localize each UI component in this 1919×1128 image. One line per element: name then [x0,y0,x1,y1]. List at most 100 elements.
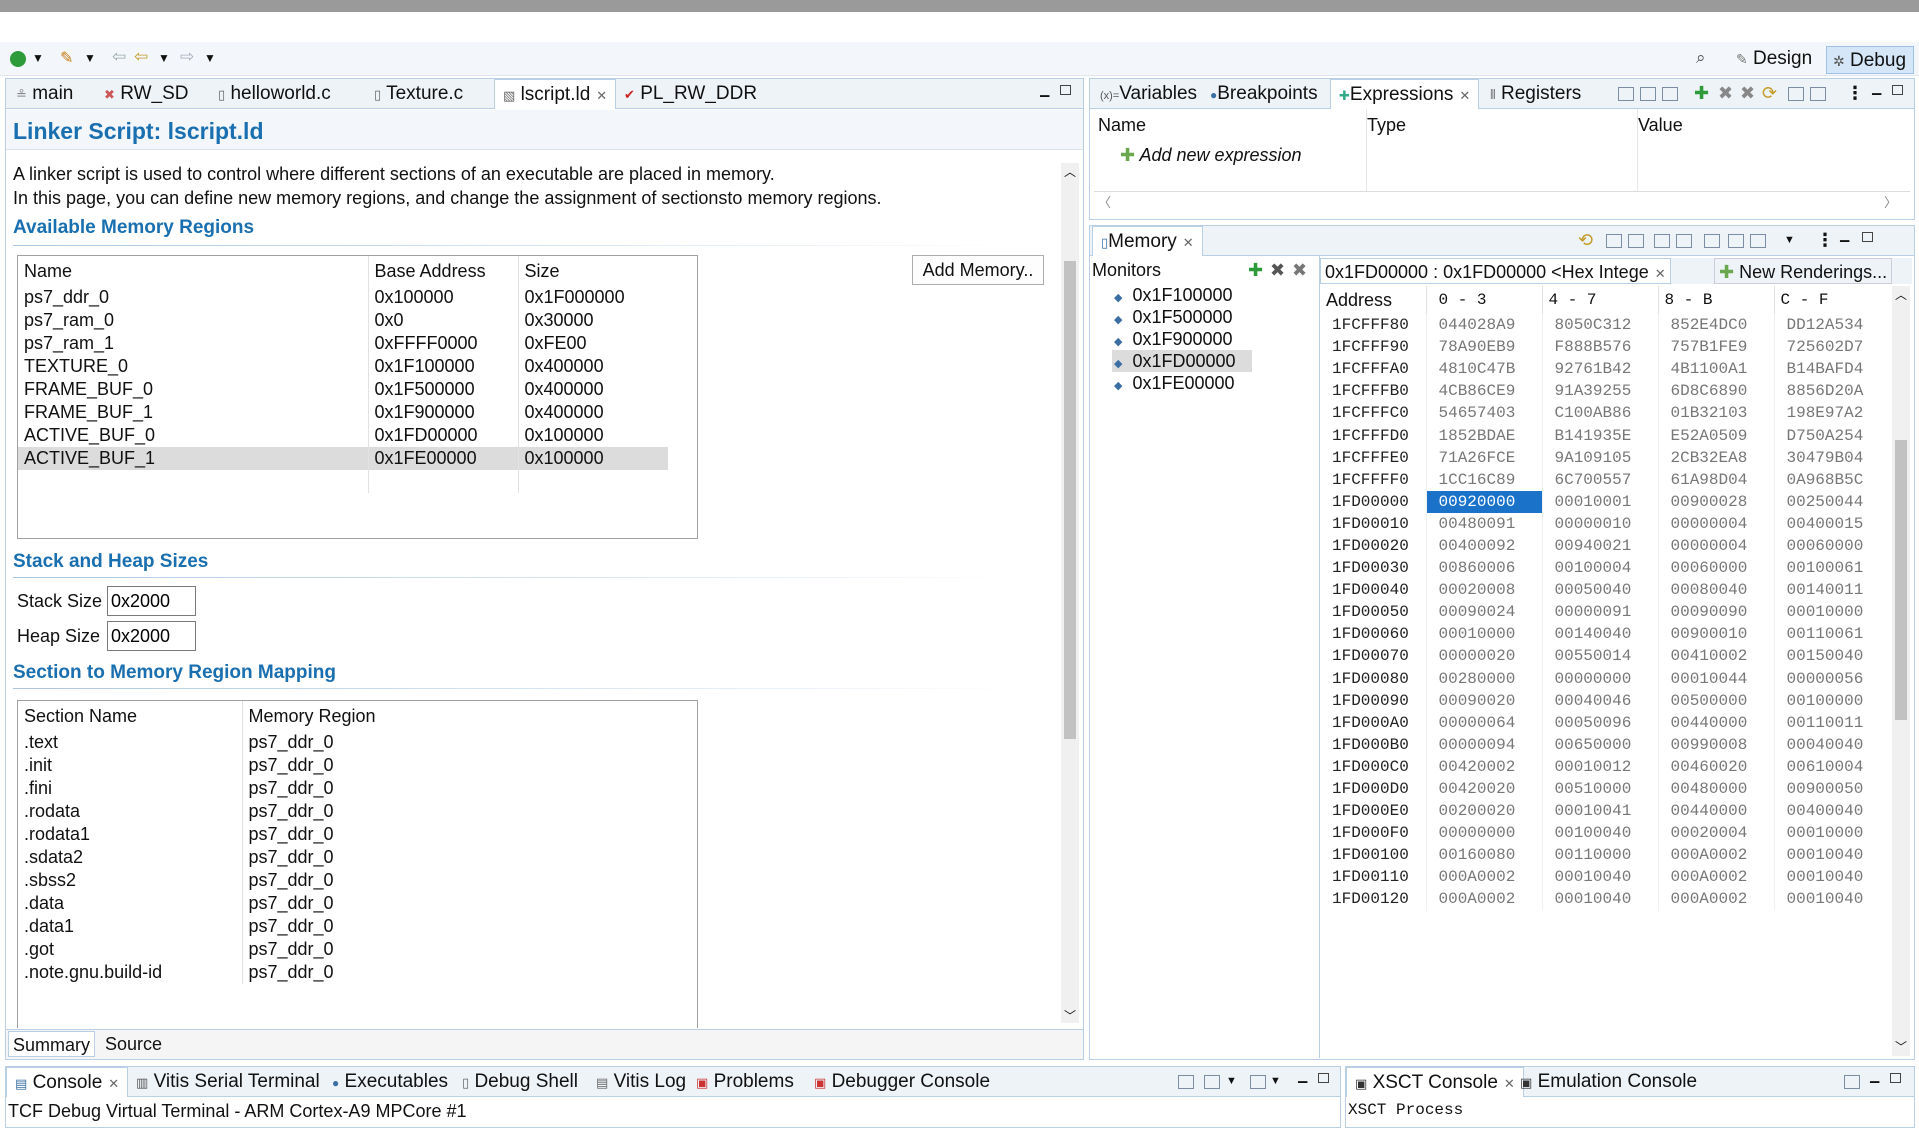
memory-value[interactable]: DD12A534 [1773,314,1890,337]
memory-value[interactable]: 00010044 [1657,667,1774,690]
memory-value[interactable]: 852E4DC0 [1657,314,1774,337]
tab-vitis-log[interactable]: ▤ Vitis Log [588,1067,694,1097]
chevron-down-icon[interactable]: ▼ [1270,1075,1281,1087]
table-row[interactable]: ps7_ddr_0 0x100000 0x1F000000 [18,286,668,309]
scroll-thumb[interactable] [1064,261,1076,739]
memory-value[interactable]: 00010040 [1773,844,1890,867]
memory-value[interactable]: 725602D7 [1773,336,1890,359]
memory-value[interactable]: 00400015 [1773,512,1890,535]
maximize-icon[interactable] [1060,85,1071,95]
refresh-icon[interactable]: ⟳ [1762,83,1777,104]
memory-value[interactable]: 4810C47B [1425,358,1542,381]
memory-value[interactable]: 00010040 [1773,888,1890,911]
table-row[interactable]: ACTIVE_BUF_1 0x1FE00000 0x100000 [18,447,668,470]
table-row[interactable]: .rodata1 ps7_ddr_0 [18,823,668,846]
column-header[interactable]: Type [1367,115,1406,136]
scroll-up-icon[interactable]: ︿ [1895,286,1907,303]
memory-value[interactable]: 00920000 [1425,490,1542,513]
memory-value[interactable]: 1852BDAE [1425,424,1542,447]
new-renderings-tab[interactable]: ✚ New Renderings... [1714,258,1893,284]
memory-value[interactable]: 00100040 [1541,822,1658,845]
column-header[interactable]: 4 - 7 [1541,286,1658,314]
export-icon[interactable] [1654,234,1670,248]
memory-value[interactable]: 000A0002 [1425,888,1542,911]
tab-breakpoints[interactable]: ●Breakpoints [1202,79,1326,109]
memory-value[interactable]: 757B1FE9 [1657,336,1774,359]
tab-problems[interactable]: ▣ Problems [688,1067,802,1097]
memory-value[interactable]: 71A26FCE [1425,446,1542,469]
column-header[interactable]: Memory Region [241,701,668,731]
memory-value[interactable]: 00280000 [1425,667,1542,690]
memory-value[interactable]: 54657403 [1425,402,1542,425]
tab-emulation-console[interactable]: ▣ Emulation Console [1512,1067,1705,1097]
tab-source[interactable]: Source [101,1031,166,1057]
add-memory-button[interactable]: Add Memory.. [912,255,1044,285]
tab-variables[interactable]: (x)=Variables [1092,79,1205,109]
debug-perspective-button[interactable]: ✲ Debug [1826,46,1914,74]
memory-value[interactable]: 00200020 [1425,800,1542,823]
memory-value[interactable]: 00090024 [1425,601,1542,624]
column-header[interactable]: Section Name [18,701,242,731]
memory-value[interactable]: 00010040 [1773,866,1890,889]
memory-value[interactable]: 00060000 [1657,557,1774,580]
minimize-icon[interactable]: ▁ [1298,1069,1307,1083]
tab-console[interactable]: ▤ Console ✕ [6,1067,129,1097]
memory-value[interactable]: 00420002 [1425,755,1542,778]
memory-value[interactable]: 4CB86CE9 [1425,380,1542,403]
table-row[interactable]: ps7_ram_0 0x0 0x30000 [18,309,668,332]
memory-value[interactable]: 00400092 [1425,534,1542,558]
memory-value[interactable]: 198E97A2 [1773,402,1890,425]
memory-value[interactable]: 00010000 [1425,623,1542,646]
tab-debug-shell[interactable]: ▯ Debug Shell [454,1067,586,1097]
memory-value[interactable]: 9A109105 [1541,446,1658,469]
scroll-thumb[interactable] [1895,440,1907,720]
memory-value[interactable]: 00100000 [1773,689,1890,712]
chevron-down-icon[interactable]: ▼ [204,51,216,65]
memory-value[interactable]: 000A0002 [1425,866,1542,889]
maximize-icon[interactable] [1892,85,1903,95]
collapse-all-icon[interactable] [1618,87,1634,101]
memory-value[interactable]: 00020008 [1425,579,1542,602]
close-icon[interactable]: ✕ [108,1076,119,1091]
tab-main[interactable]: ≗ main [8,79,81,109]
memory-value[interactable]: 00550014 [1541,645,1658,668]
memory-value[interactable]: 00140040 [1541,623,1658,646]
chevron-down-icon[interactable]: ▼ [84,51,96,65]
table-row[interactable]: FRAME_BUF_1 0x1F900000 0x400000 [18,401,668,424]
memory-value[interactable]: 00000056 [1773,667,1890,690]
minimize-icon[interactable]: ▁ [1840,228,1849,242]
maximize-icon[interactable] [1862,232,1873,242]
column-header[interactable]: Name [1098,115,1146,136]
column-header[interactable]: C - F [1773,286,1890,314]
xsct-options-icon[interactable] [1844,1075,1860,1089]
memory-value[interactable]: 92761B42 [1541,358,1658,381]
memory-value[interactable]: 00050040 [1541,579,1658,602]
chevron-down-icon[interactable]: ▼ [158,51,170,65]
search-icon[interactable]: ⌕ [1696,48,1706,68]
close-icon[interactable]: ✕ [1183,235,1194,250]
memory-value[interactable]: 00010001 [1541,490,1658,513]
tab-rw-sd[interactable]: ✖ RW_SD [96,79,196,109]
memory-value[interactable]: 00480091 [1425,512,1542,535]
memory-value[interactable]: 00000010 [1541,512,1658,535]
memory-value[interactable]: 00010040 [1541,888,1658,911]
memory-value[interactable]: 00500000 [1657,689,1774,712]
memory-value[interactable]: 00140011 [1773,579,1890,602]
memory-value[interactable]: 61A98D04 [1657,468,1774,491]
memory-value[interactable]: 6C700557 [1541,468,1658,491]
table-row[interactable]: .fini ps7_ddr_0 [18,777,668,800]
column-header[interactable]: Address [1320,286,1426,314]
memory-value[interactable]: 00610004 [1773,755,1890,778]
table-row[interactable]: .got ps7_ddr_0 [18,938,668,961]
monitor-item[interactable]: ◆ 0x1F500000 [1112,306,1252,328]
memory-value[interactable]: B14BAFD4 [1773,358,1890,381]
run-icon[interactable] [10,51,26,67]
pin-console-icon[interactable] [1178,1075,1194,1089]
new-window-icon[interactable] [1788,87,1804,101]
table-row[interactable]: .sdata2 ps7_ddr_0 [18,846,668,869]
memory-value[interactable]: E52A0509 [1657,424,1774,447]
column-header[interactable]: 0 - 3 [1425,286,1542,314]
tab-debugger-console[interactable]: ▣ Debugger Console [806,1067,998,1097]
remove-all-monitors-icon[interactable]: ✖ [1292,260,1307,281]
memory-value[interactable]: 00000000 [1541,667,1658,690]
